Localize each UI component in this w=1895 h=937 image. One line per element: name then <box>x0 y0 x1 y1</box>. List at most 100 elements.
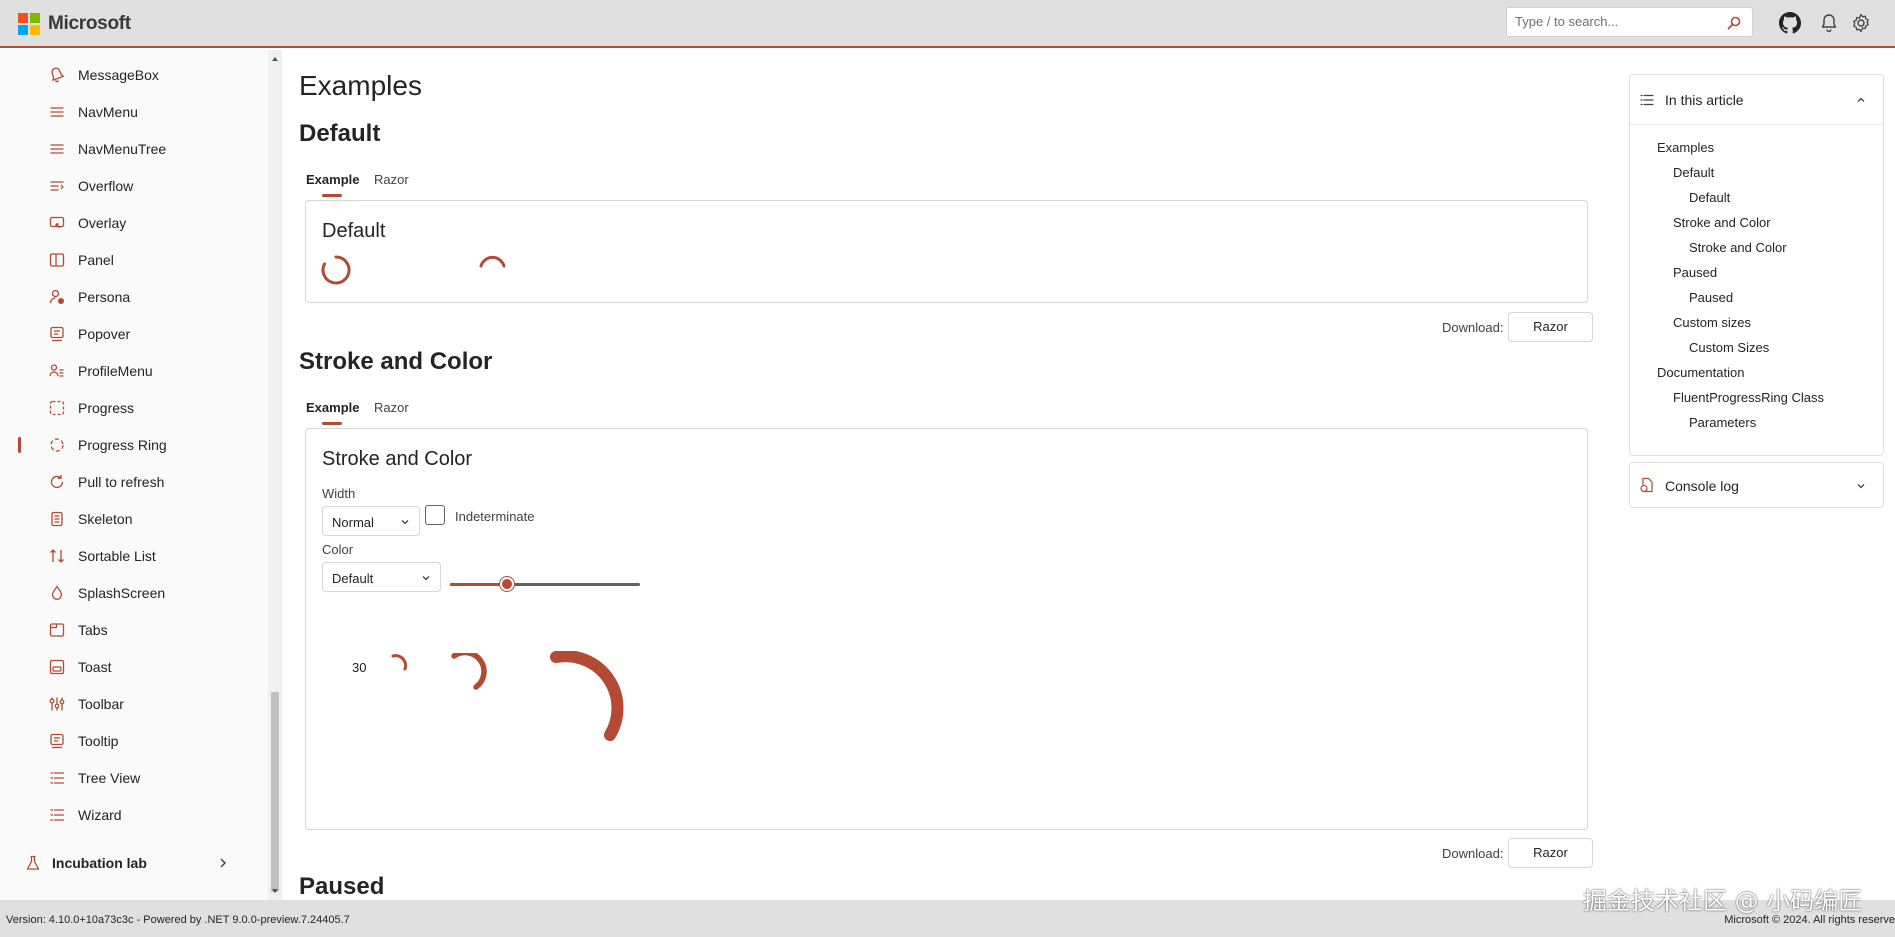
toc-header[interactable]: In this article <box>1630 75 1883 125</box>
main-content: Examples Default Example Razor Default D… <box>282 50 1610 900</box>
toc-link[interactable]: Stroke and Color <box>1673 215 1771 230</box>
tab-indicator <box>322 194 342 197</box>
chevron-up-icon <box>1857 97 1865 102</box>
sidebar-item-progress[interactable]: Progress <box>16 391 242 425</box>
page-title: Examples <box>299 70 422 101</box>
sidebar-item-tree-view[interactable]: Tree View <box>16 761 242 795</box>
sidebar-item-overlay[interactable]: Overlay <box>16 206 242 240</box>
toc-link[interactable]: Custom Sizes <box>1689 340 1769 355</box>
chevron-down-icon <box>422 576 430 581</box>
sidebar-item-toast[interactable]: Toast <box>16 650 242 684</box>
scroll-thumb[interactable] <box>271 692 279 892</box>
panel-icon <box>49 253 65 267</box>
bell-icon[interactable] <box>1818 12 1840 34</box>
indeterminate-checkbox[interactable] <box>425 505 445 525</box>
progress-ring-large <box>550 651 624 741</box>
sidebar-item-sortable-list[interactable]: Sortable List <box>16 539 242 573</box>
toc-link[interactable]: Default <box>1673 165 1714 180</box>
sidebar-item-label: Sortable List <box>78 548 156 564</box>
sidebar-item-tooltip[interactable]: Tooltip <box>16 724 242 758</box>
stroke-value-text: 30 <box>352 660 367 675</box>
github-icon[interactable] <box>1779 12 1801 34</box>
sidebar-item-label: MessageBox <box>78 67 159 83</box>
sidebar-item-label: Overlay <box>78 215 127 231</box>
toc-link[interactable]: FluentProgressRing Class <box>1673 390 1824 405</box>
download-razor-button[interactable]: Razor <box>1508 838 1593 868</box>
toc-link[interactable]: Default <box>1689 190 1730 205</box>
sidebar-item-tabs[interactable]: Tabs <box>16 613 242 647</box>
search-box[interactable] <box>1506 7 1753 37</box>
width-select[interactable]: Normal <box>322 506 420 536</box>
scroll-up-icon[interactable] <box>270 54 280 64</box>
top-header: Microsoft <box>0 0 1895 48</box>
sidebar-item-navmenutree[interactable]: NavMenuTree <box>16 132 242 166</box>
sidebar-item-label: Progress <box>78 400 135 416</box>
section-heading-stroke-color: Stroke and Color <box>299 348 493 375</box>
sidebar-item-wizard[interactable]: Wizard <box>16 798 242 832</box>
sidebar-item-label: Pull to refresh <box>78 474 165 490</box>
navigation-icon <box>50 107 64 117</box>
color-select[interactable]: Default <box>322 562 441 592</box>
sidebar-scrollbar[interactable] <box>268 50 282 900</box>
sidebar-item-toolbar[interactable]: Toolbar <box>16 687 242 721</box>
search-icon[interactable] <box>1726 15 1742 31</box>
card-title: Stroke and Color <box>322 448 473 470</box>
sidebar-item-persona[interactable]: Persona <box>16 280 242 314</box>
card-title: Default <box>322 220 386 242</box>
wizard-icon <box>50 809 65 821</box>
sidebar-item-label: Persona <box>78 289 131 305</box>
people-icon <box>49 364 64 377</box>
tab-example[interactable]: Example <box>306 172 359 187</box>
scroll-down-icon[interactable] <box>270 886 280 896</box>
console-log-panel[interactable]: Console log <box>1629 462 1884 508</box>
sidebar-item-navmenu[interactable]: NavMenu <box>16 95 242 129</box>
tab-example[interactable]: Example <box>306 400 359 415</box>
sidebar-item-panel[interactable]: Panel <box>16 243 242 277</box>
list-icon <box>1640 94 1654 106</box>
toc-link[interactable]: Parameters <box>1689 415 1756 430</box>
toc-link[interactable]: Paused <box>1689 290 1733 305</box>
sidebar-item-overflow[interactable]: Overflow <box>16 169 242 203</box>
tab-razor[interactable]: Razor <box>374 400 409 415</box>
version-text: Version: 4.10.0+10a73c3c - Powered by .N… <box>6 914 350 926</box>
toc-link[interactable]: Documentation <box>1657 365 1744 380</box>
sidebar-incubation-lab[interactable]: Incubation lab <box>16 846 242 880</box>
progress-icon <box>49 400 65 416</box>
toc-link[interactable]: Stroke and Color <box>1689 240 1787 255</box>
sidebar-item-skeleton[interactable]: Skeleton <box>16 502 242 536</box>
toc-title: In this article <box>1665 92 1744 108</box>
sidebar-item-label: Tooltip <box>78 733 119 749</box>
slider-fill <box>450 583 507 586</box>
sidebar-item-label: Tabs <box>78 622 108 638</box>
chevron-down-icon <box>401 520 409 525</box>
sidebar-item-progress-ring[interactable]: Progress Ring <box>16 428 242 462</box>
sidebar-item-label: NavMenu <box>78 104 138 120</box>
toast-icon <box>49 659 65 675</box>
sidebar-item-profilemenu[interactable]: ProfileMenu <box>16 354 242 388</box>
sidebar-item-label: Toast <box>78 659 112 675</box>
console-title: Console log <box>1665 478 1739 494</box>
sidebar-item-pull-to-refresh[interactable]: Pull to refresh <box>16 465 242 499</box>
sort-icon <box>50 549 64 563</box>
sidebar-item-splashscreen[interactable]: SplashScreen <box>16 576 242 610</box>
brand-logo[interactable]: Microsoft <box>18 13 131 35</box>
download-razor-button[interactable]: Razor <box>1508 312 1593 342</box>
table-of-contents: In this article Examples Default Default… <box>1629 74 1884 456</box>
sidebar-item-label: ProfileMenu <box>78 363 153 379</box>
bell-outline-icon <box>51 67 65 83</box>
incubation-label: Incubation lab <box>52 855 147 871</box>
sidebar-item-label: Toolbar <box>78 696 124 712</box>
toc-link[interactable]: Examples <box>1657 140 1714 155</box>
document-icon <box>1640 477 1653 493</box>
sidebar-item-messagebox[interactable]: MessageBox <box>16 58 242 92</box>
progress-ring-medium <box>451 653 487 690</box>
search-input[interactable] <box>1515 14 1715 29</box>
sidebar-item-popover[interactable]: Popover <box>16 317 242 351</box>
toc-link[interactable]: Custom sizes <box>1673 315 1751 330</box>
sidebar-item-label: Panel <box>78 252 114 268</box>
slider-thumb[interactable] <box>500 577 514 591</box>
gear-icon[interactable] <box>1850 12 1872 34</box>
tab-razor[interactable]: Razor <box>374 172 409 187</box>
toc-link[interactable]: Paused <box>1673 265 1717 280</box>
refresh-icon <box>50 475 64 489</box>
